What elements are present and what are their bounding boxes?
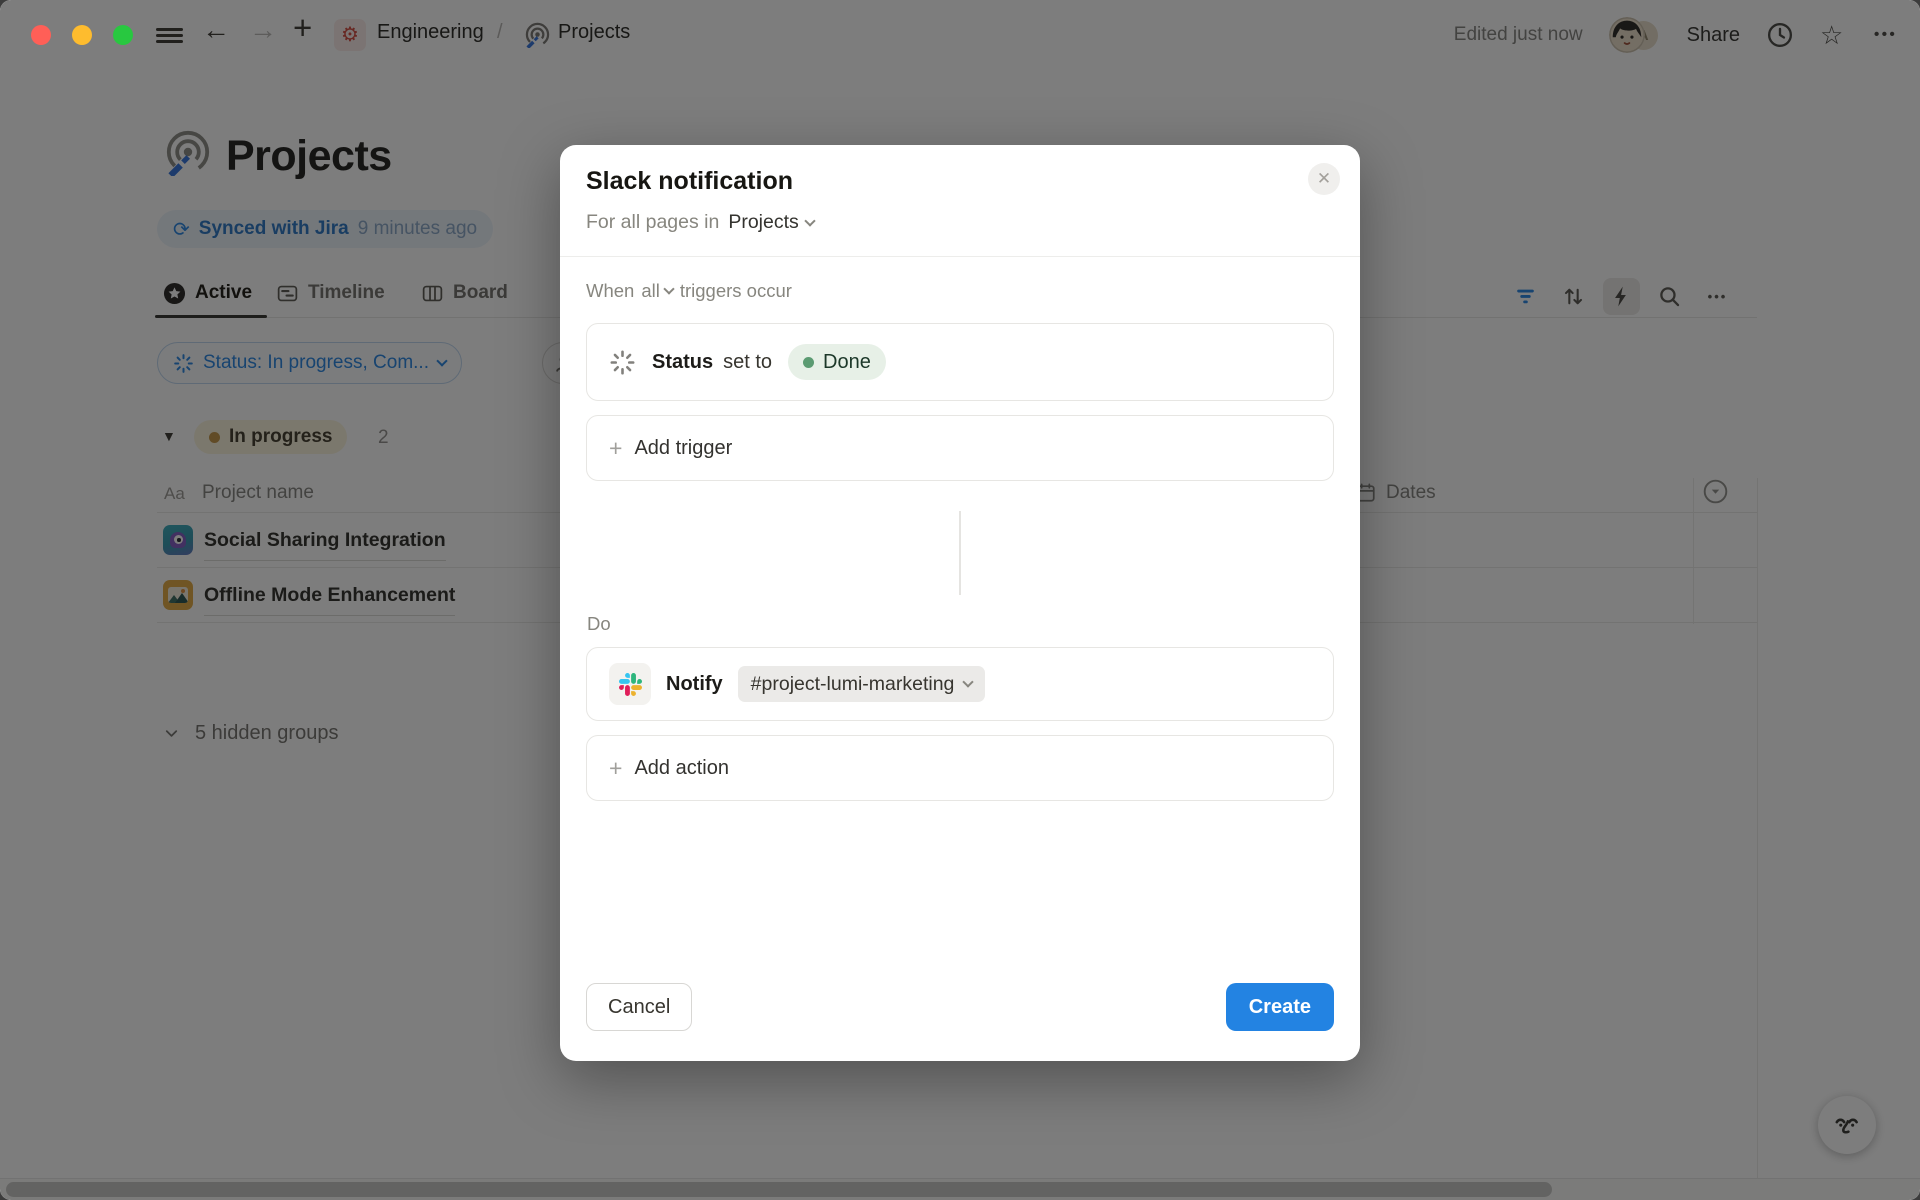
- trigger-card[interactable]: Status set to Done: [586, 323, 1334, 401]
- cancel-button[interactable]: Cancel: [586, 983, 692, 1031]
- trigger-verb: set to: [723, 351, 772, 374]
- window-controls: [31, 25, 133, 45]
- action-verb: Notify: [666, 673, 723, 696]
- slack-notification-modal: Slack notification ✕ For all pages in Pr…: [560, 145, 1360, 1061]
- slack-channel-dropdown[interactable]: #project-lumi-marketing: [738, 666, 986, 702]
- app-window: ← → + ⚙ Engineering / Projects Edited ju…: [0, 0, 1920, 1200]
- close-window-button[interactable]: [31, 25, 51, 45]
- trigger-property: Status: [652, 351, 713, 374]
- create-button[interactable]: Create: [1226, 983, 1334, 1031]
- status-done-tag[interactable]: Done: [788, 344, 886, 380]
- minimize-window-button[interactable]: [72, 25, 92, 45]
- done-dot: [803, 357, 814, 368]
- zoom-window-button[interactable]: [113, 25, 133, 45]
- when-triggers-row: When all triggers occur: [586, 280, 792, 302]
- modal-title: Slack notification: [586, 167, 793, 196]
- add-trigger-button[interactable]: + Add trigger: [586, 415, 1334, 481]
- chevron-down-icon: [804, 215, 815, 226]
- do-section-label: Do: [587, 613, 611, 635]
- modal-scope-row: For all pages in Projects: [586, 211, 814, 234]
- scope-page-dropdown[interactable]: Projects: [728, 211, 813, 234]
- scope-prefix: For all pages in: [586, 211, 719, 234]
- plus-icon: +: [609, 755, 622, 782]
- trigger-mode-dropdown[interactable]: all: [641, 280, 673, 302]
- close-icon[interactable]: ✕: [1308, 163, 1340, 195]
- modal-divider: [560, 256, 1360, 257]
- plus-icon: +: [609, 435, 622, 462]
- slack-icon: [609, 663, 651, 705]
- chevron-down-icon: [963, 676, 974, 687]
- flow-connector-line: [959, 511, 961, 595]
- notify-action-card[interactable]: Notify #project-lumi-marketing: [586, 647, 1334, 721]
- status-burst-icon: [609, 349, 636, 376]
- add-action-button[interactable]: + Add action: [586, 735, 1334, 801]
- chevron-down-icon: [663, 283, 674, 294]
